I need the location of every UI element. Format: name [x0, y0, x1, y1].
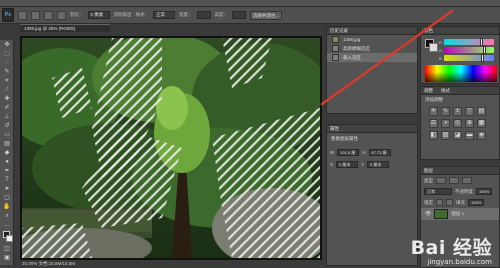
annotation-arrow [320, 9, 454, 106]
watermark-logo: Bai 经验 [410, 237, 492, 259]
watermark-url: jingyan.baidu.com [427, 258, 492, 266]
watermark: Bai 经验 jingyan.baidu.com [411, 238, 492, 266]
